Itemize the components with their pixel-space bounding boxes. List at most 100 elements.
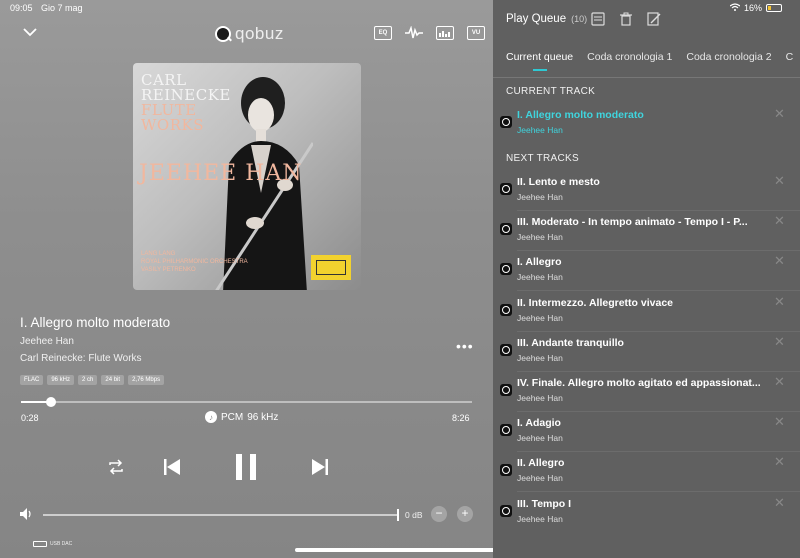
queue-current-item[interactable]: I. Allegro molto moderato Jeehee Han ✕	[493, 104, 800, 144]
queue-item-artist: Jeehee Han	[517, 232, 563, 243]
qobuz-track-icon	[500, 464, 512, 477]
queue-item[interactable]: III. Andante tranquillo Jeehee Han ✕	[493, 332, 800, 372]
wifi-icon	[729, 3, 741, 13]
play-queue-panel: 16% Play Queue (10) Current queue Coda c…	[493, 0, 800, 558]
queue-item-title: II. Lento e mesto	[517, 176, 600, 188]
status-time: 09:05	[10, 3, 33, 13]
queue-item-artist: Jeehee Han	[517, 272, 563, 283]
output-quality: ♪ PCM 96 kHz	[205, 411, 278, 423]
queue-item-artist: Jeehee Han	[517, 513, 563, 524]
badge-codec: FLAC	[20, 375, 44, 385]
qobuz-track-icon	[500, 303, 512, 316]
cover-credit: VASILY PETRENKO	[141, 267, 196, 273]
queue-item-artist: Jeehee Han	[517, 433, 563, 444]
seek-handle[interactable]	[45, 397, 56, 407]
tab-current-queue[interactable]: Current queue	[506, 51, 573, 71]
queue-item-title: I. Adagio	[517, 417, 561, 430]
remove-icon[interactable]: ✕	[774, 374, 785, 390]
queue-item-artist: Jeehee Han	[517, 125, 563, 135]
qobuz-logo: qobuz	[215, 24, 284, 44]
queue-item[interactable]: I. Allegro Jeehee Han ✕	[493, 251, 800, 292]
queue-item-title: III. Moderato - In tempo animato - Tempo…	[517, 216, 748, 229]
track-artist[interactable]: Jeehee Han	[20, 336, 74, 347]
seek-bar[interactable]	[21, 397, 472, 407]
track-title: I. Allegro molto moderato	[20, 315, 171, 330]
battery-level: 16%	[743, 3, 762, 13]
more-options-icon[interactable]: •••	[456, 338, 474, 354]
battery-icon	[766, 4, 782, 12]
badge-bit-depth: 24 bit	[101, 375, 125, 385]
previous-track-icon[interactable]	[163, 458, 181, 476]
queue-item-artist: Jeehee Han	[517, 192, 563, 202]
queue-item[interactable]: I. Adagio Jeehee Han ✕	[493, 412, 800, 453]
queue-item[interactable]: IV. Finale. Allegro molto agitato ed app…	[493, 372, 800, 412]
remove-icon[interactable]: ✕	[774, 454, 785, 470]
tab-history-3[interactable]: C	[786, 51, 794, 63]
tab-history-1[interactable]: Coda cronologia 1	[587, 51, 672, 63]
queue-item-title: IV. Finale. Allegro molto agitato ed app…	[517, 377, 761, 389]
cover-credit: ROYAL PHILHARMONIC ORCHESTRA	[141, 259, 248, 265]
volume-db-label: 0 dB	[405, 510, 423, 520]
queue-item[interactable]: III. Moderato - In tempo animato - Tempo…	[493, 211, 800, 252]
queue-item[interactable]: III. Tempo I Jeehee Han ✕	[493, 493, 800, 533]
cover-credit: LANG LANG	[141, 251, 176, 257]
queue-item[interactable]: II. Intermezzo. Allegretto vivace Jeehee …	[493, 292, 800, 332]
badge-bitrate: 2,76 Mbps	[128, 375, 165, 385]
now-playing-panel: 09:05 Gio 7 mag qobuz EQ VU CARL REINECK…	[0, 0, 505, 558]
cover-title-line4: WORKS	[141, 116, 204, 134]
qobuz-track-icon	[500, 183, 512, 195]
volume-up-button[interactable]: +	[457, 506, 473, 522]
pcm-icon: ♪	[205, 411, 217, 423]
dac-icon	[33, 541, 47, 547]
queue-item[interactable]: II. Allegro Jeehee Han ✕	[493, 452, 800, 493]
remove-icon[interactable]: ✕	[774, 414, 785, 430]
remove-icon[interactable]: ✕	[774, 334, 785, 350]
pause-icon[interactable]	[235, 454, 257, 480]
audio-info-badges: FLAC 96 kHz 2 ch 24 bit 2,76 Mbps	[20, 375, 165, 385]
queue-toolbar	[591, 12, 661, 26]
next-track-icon[interactable]	[311, 458, 329, 476]
qobuz-track-icon	[500, 263, 512, 276]
badge-sample-rate: 96 kHz	[47, 375, 75, 385]
trash-icon[interactable]	[619, 12, 633, 26]
elapsed-time: 0:28	[21, 413, 39, 423]
tabs-divider	[493, 77, 800, 78]
queue-item-title: I. Allegro molto moderato	[517, 109, 644, 121]
volume-handle[interactable]	[397, 509, 399, 521]
queue-item-title: III. Andante tranquillo	[517, 336, 624, 349]
queue-count: (10)	[571, 14, 588, 24]
vu-meter-icon[interactable]: VU	[467, 26, 485, 40]
spectrum-icon[interactable]	[436, 26, 454, 40]
cover-credits: LANG LANG ROYAL PHILHARMONIC ORCHESTRA V…	[141, 250, 248, 274]
volume-down-button[interactable]: −	[431, 506, 447, 522]
qobuz-track-icon	[500, 424, 512, 437]
waveform-icon[interactable]	[405, 26, 423, 40]
equalizer-icon[interactable]: EQ	[374, 26, 392, 40]
save-queue-icon[interactable]	[591, 12, 605, 26]
remove-icon[interactable]: ✕	[774, 294, 785, 310]
remove-icon[interactable]: ✕	[774, 495, 785, 511]
total-time: 8:26	[452, 413, 470, 423]
volume-icon[interactable]	[20, 508, 34, 520]
chevron-down-icon[interactable]	[22, 24, 38, 40]
queue-item-artist: Jeehee Han	[517, 473, 563, 484]
queue-item-title: II. Intermezzo. Allegretto vivace	[517, 296, 673, 309]
home-indicator[interactable]	[295, 548, 505, 552]
tab-history-2[interactable]: Coda cronologia 2	[686, 51, 771, 63]
next-tracks-heading: NEXT TRACKS	[506, 153, 579, 164]
remove-icon[interactable]: ✕	[774, 253, 785, 269]
queue-header: Play Queue (10)	[506, 13, 587, 25]
volume-slider[interactable]	[43, 509, 399, 521]
album-cover: CARL REINECKE FLUTE WORKS JEEHEE HAN LAN…	[133, 63, 361, 290]
remove-icon[interactable]: ✕	[774, 106, 785, 122]
edit-queue-icon[interactable]	[647, 12, 661, 26]
remove-icon[interactable]: ✕	[774, 213, 785, 229]
track-album[interactable]: Carl Reinecke: Flute Works	[20, 353, 142, 364]
repeat-icon[interactable]	[107, 459, 125, 475]
remove-icon[interactable]: ✕	[774, 173, 785, 189]
qobuz-track-icon	[500, 116, 512, 128]
queue-item[interactable]: II. Lento e mesto Jeehee Han ✕	[493, 171, 800, 211]
sample-rate-label: 96 kHz	[247, 411, 279, 423]
output-device[interactable]: USB DAC	[33, 541, 72, 547]
display-mode-icons: EQ VU	[374, 26, 485, 40]
